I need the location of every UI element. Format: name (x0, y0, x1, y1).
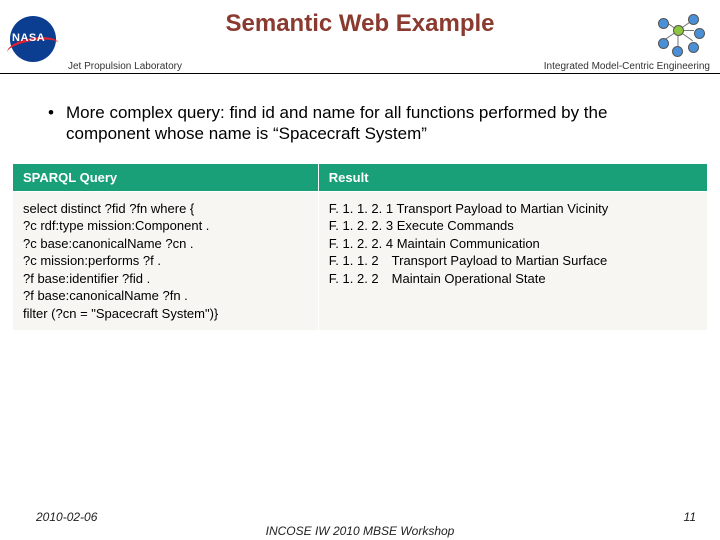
cell-query: select distinct ?fid ?fn where { ?c rdf:… (13, 191, 319, 331)
header-right-label: Integrated Model-Centric Engineering (544, 61, 710, 72)
result-line: F. 1. 2. 2 Maintain Operational State (329, 270, 697, 288)
table-header-row: SPARQL Query Result (13, 163, 708, 191)
nasa-logo-text: NASA (12, 32, 45, 44)
query-line: ?c rdf:type mission:Component . (23, 217, 308, 235)
result-line: F. 1. 1. 2 Transport Payload to Martian … (329, 252, 697, 270)
query-line: ?f base:identifier ?fid . (23, 270, 308, 288)
header-left-label: Jet Propulsion Laboratory (68, 61, 182, 72)
result-line: F. 1. 1. 2. 1 Transport Payload to Marti… (329, 200, 697, 218)
bullet-text: More complex query: find id and name for… (66, 102, 680, 145)
header-divider (0, 73, 720, 74)
slide: Semantic Web Example NASA Jet Propulsion… (0, 0, 720, 540)
table-row: select distinct ?fid ?fn where { ?c rdf:… (13, 191, 708, 331)
header-bar: NASA Jet Propulsion Laboratory Integrate… (0, 52, 720, 74)
cell-result: F. 1. 1. 2. 1 Transport Payload to Marti… (318, 191, 707, 331)
bullet-marker: • (48, 102, 66, 145)
table-header-query: SPARQL Query (13, 163, 319, 191)
footer-date: 2010-02-06 (36, 510, 97, 524)
nasa-logo-icon: NASA (6, 14, 62, 62)
network-graph-icon (654, 12, 710, 58)
bullet-item: • More complex query: find id and name f… (48, 102, 680, 145)
bullet-block: • More complex query: find id and name f… (0, 74, 720, 145)
query-line: select distinct ?fid ?fn where { (23, 200, 308, 218)
query-line: ?c mission:performs ?f . (23, 252, 308, 270)
footer-page-number: 11 (684, 510, 696, 524)
query-result-table: SPARQL Query Result select distinct ?fid… (12, 163, 708, 332)
result-line: F. 1. 2. 2. 3 Execute Commands (329, 217, 697, 235)
query-line: filter (?cn = "Spacecraft System")} (23, 305, 308, 323)
query-line: ?c base:canonicalName ?cn . (23, 235, 308, 253)
slide-title: Semantic Web Example (0, 0, 720, 38)
query-line: ?f base:canonicalName ?fn . (23, 287, 308, 305)
table-header-result: Result (318, 163, 707, 191)
footer-center: INCOSE IW 2010 MBSE Workshop (0, 524, 720, 538)
result-line: F. 1. 2. 2. 4 Maintain Communication (329, 235, 697, 253)
